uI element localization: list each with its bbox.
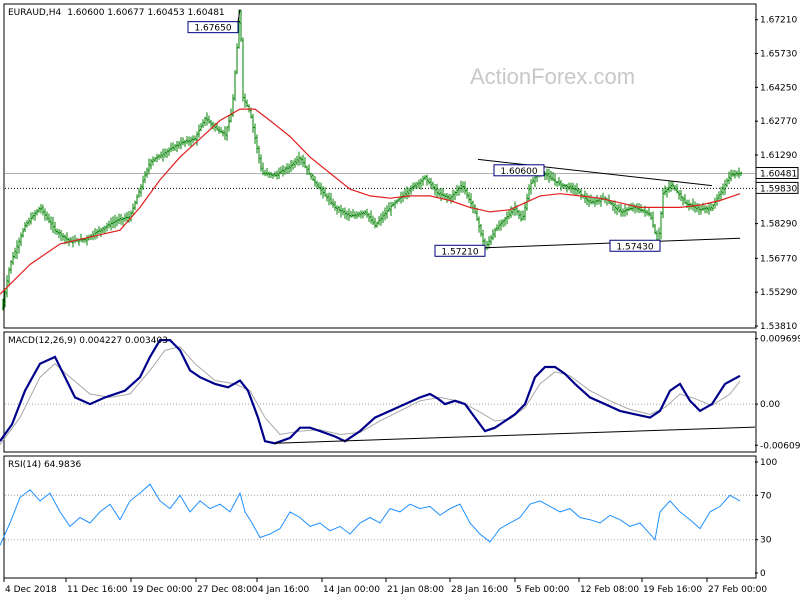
watermark-text: ActionForex.com xyxy=(470,64,635,89)
ohlc-label: 1.60600 1.60677 1.60453 1.60481 xyxy=(67,8,224,18)
price-axis-label: 1.55290 xyxy=(760,288,797,298)
price-axis-label: 1.58290 xyxy=(760,220,797,230)
rsi-axis-label: 30 xyxy=(760,536,772,546)
chart-background xyxy=(0,0,800,600)
rsi-axis-label: 0 xyxy=(760,569,766,579)
chart-window: ActionForex.com 1.67650 1.60600 1.57210 1.5… xyxy=(0,0,800,600)
time-axis-label: 4 Dec 2018 xyxy=(5,585,57,595)
price-axis-label: 1.61290 xyxy=(760,151,797,161)
price-callout-label: 1.57430 xyxy=(616,242,653,252)
rsi-label: RSI(14) 64.9836 xyxy=(8,460,81,470)
price-callout: 1.60600 xyxy=(493,164,545,177)
symbol-header: EURAUD,H4 1.60600 1.60677 1.60453 1.60481 xyxy=(8,8,225,18)
rsi-axis-label: 70 xyxy=(760,491,772,501)
macd-axis-label: 0.009699 xyxy=(760,335,800,345)
macd-axis-label: 0.00 xyxy=(760,400,780,410)
symbol-label: EURAUD,H4 xyxy=(8,8,61,18)
price-callout: 1.57430 xyxy=(609,239,661,252)
time-axis-label: 28 Jan 16:00 xyxy=(451,585,508,595)
price-axis-label: 1.56770 xyxy=(760,254,797,264)
current-price-tag-label: 1.60481 xyxy=(760,170,797,180)
macd-axis-label: -0.006096 xyxy=(760,441,800,451)
time-axis-label: 27 Dec 08:00 xyxy=(197,585,258,595)
reference-price-tag-label: 1.59830 xyxy=(760,184,797,194)
reference-price-tag: 1.59830 xyxy=(755,181,799,194)
chart-canvas: ActionForex.com 1.67650 1.60600 1.57210 1.5… xyxy=(0,0,800,600)
macd-label: MACD(12,26,9) 0.004227 0.003403 xyxy=(8,336,168,346)
time-axis-label: 21 Jan 08:00 xyxy=(387,585,444,595)
time-axis-label: 5 Feb 00:00 xyxy=(516,585,570,595)
time-axis-label: 14 Jan 00:00 xyxy=(323,585,380,595)
price-callout-label: 1.67650 xyxy=(194,24,231,34)
time-axis-label: 12 Feb 08:00 xyxy=(580,585,639,595)
price-callout: 1.57210 xyxy=(434,244,486,257)
price-axis-label: 1.64250 xyxy=(760,83,797,93)
price-callout-label: 1.57210 xyxy=(441,247,478,257)
time-axis-label: 27 Feb 00:00 xyxy=(708,585,767,595)
price-axis-label: 1.65730 xyxy=(760,50,797,60)
current-price-tag: 1.60481 xyxy=(755,167,799,180)
price-callout-label: 1.60600 xyxy=(500,167,537,177)
time-axis-label: 4 Jan 16:00 xyxy=(258,585,310,595)
price-axis-label: 1.67210 xyxy=(760,16,797,26)
price-axis-label: 1.53810 xyxy=(760,322,797,332)
rsi-axis-label: 100 xyxy=(760,458,777,468)
time-axis-label: 11 Dec 16:00 xyxy=(67,585,128,595)
time-axis-label: 19 Dec 00:00 xyxy=(132,585,193,595)
price-axis-label: 1.62770 xyxy=(760,117,797,127)
time-axis-label: 19 Feb 16:00 xyxy=(643,585,702,595)
